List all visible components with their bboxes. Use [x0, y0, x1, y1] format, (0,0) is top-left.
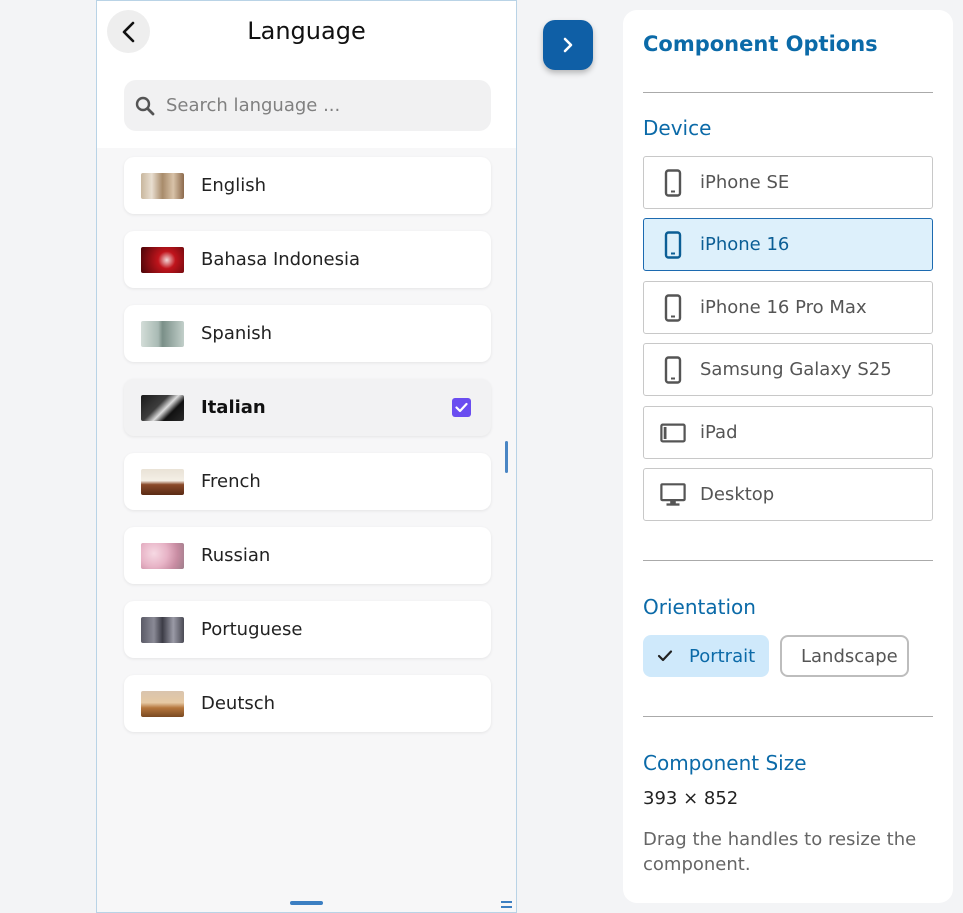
phone-icon [660, 355, 686, 384]
phone-icon [660, 230, 686, 259]
language-label: English [201, 175, 266, 196]
language-label: Spanish [201, 323, 273, 344]
resize-handle-bottom[interactable] [290, 901, 323, 905]
divider [643, 716, 933, 717]
language-list: English Bahasa Indonesia Spanish Italian… [124, 157, 491, 749]
language-item-english[interactable]: English [124, 157, 491, 214]
language-thumbnail [141, 468, 184, 495]
device-label: Desktop [700, 484, 775, 505]
language-item-french[interactable]: French [124, 453, 491, 510]
device-label: iPhone 16 [700, 234, 790, 255]
phone-header: Language [97, 1, 516, 148]
panel-title: Component Options [643, 32, 878, 56]
language-label: Bahasa Indonesia [201, 249, 360, 270]
language-label: Italian [201, 397, 266, 418]
language-item-italian[interactable]: Italian [124, 379, 491, 436]
chevron-right-icon [563, 37, 573, 53]
page-title: Language [247, 17, 366, 45]
component-size-value: 393 × 852 [643, 788, 739, 809]
orientation-landscape-button[interactable]: Landscape [780, 635, 909, 677]
search-bar[interactable] [124, 80, 491, 131]
language-item-spanish[interactable]: Spanish [124, 305, 491, 362]
device-option-samsung-galaxy-s25[interactable]: Samsung Galaxy S25 [643, 343, 933, 396]
device-option-iphone-16[interactable]: iPhone 16 [643, 218, 933, 271]
language-label: French [201, 471, 261, 492]
orientation-portrait-label: Portrait [689, 645, 756, 667]
phone-icon [660, 168, 686, 197]
language-item-bahasa-indonesia[interactable]: Bahasa Indonesia [124, 231, 491, 288]
language-thumbnail [141, 172, 184, 199]
component-size-heading: Component Size [643, 751, 807, 775]
device-option-ipad[interactable]: iPad [643, 406, 933, 459]
orientation-portrait-button[interactable]: Portrait [643, 635, 769, 677]
resize-handle-corner[interactable] [501, 901, 512, 908]
resize-hint: Drag the handles to resize the component… [643, 829, 917, 875]
language-thumbnail [141, 690, 184, 717]
device-option-iphone-16-pro-max[interactable]: iPhone 16 Pro Max [643, 281, 933, 334]
checkbox-checked[interactable] [452, 398, 471, 417]
device-label: iPhone SE [700, 172, 790, 193]
device-label: iPad [700, 422, 738, 443]
checkmark-icon [657, 650, 673, 662]
device-label: Samsung Galaxy S25 [700, 359, 892, 380]
toggle-panel-button[interactable] [543, 20, 593, 70]
language-item-portuguese[interactable]: Portuguese [124, 601, 491, 658]
tablet-icon [660, 419, 686, 447]
device-heading: Device [643, 116, 712, 140]
search-icon [135, 96, 155, 115]
search-input[interactable] [166, 95, 456, 116]
orientation-heading: Orientation [643, 595, 756, 619]
language-label: Deutsch [201, 693, 276, 714]
language-item-deutsch[interactable]: Deutsch [124, 675, 491, 732]
language-thumbnail [141, 246, 184, 273]
language-thumbnail [141, 394, 184, 421]
language-label: Russian [201, 545, 271, 566]
phone-preview: Language English Bahasa Indonesia Spanis… [96, 0, 517, 913]
language-item-russian[interactable]: Russian [124, 527, 491, 584]
language-thumbnail [141, 616, 184, 643]
checkmark-icon [455, 402, 468, 413]
phone-icon [660, 293, 686, 322]
device-label: iPhone 16 Pro Max [700, 297, 867, 318]
scrollbar-thumb[interactable] [505, 441, 508, 473]
language-thumbnail [141, 542, 184, 569]
divider [643, 560, 933, 561]
device-option-iphone-se[interactable]: iPhone SE [643, 156, 933, 209]
device-option-desktop[interactable]: Desktop [643, 468, 933, 521]
component-options-panel: Component Options Device iPhone SE iPhon… [623, 10, 953, 903]
language-label: Portuguese [201, 619, 303, 640]
orientation-landscape-label: Landscape [801, 645, 898, 667]
desktop-icon [660, 481, 686, 509]
divider [643, 92, 933, 93]
language-thumbnail [141, 320, 184, 347]
